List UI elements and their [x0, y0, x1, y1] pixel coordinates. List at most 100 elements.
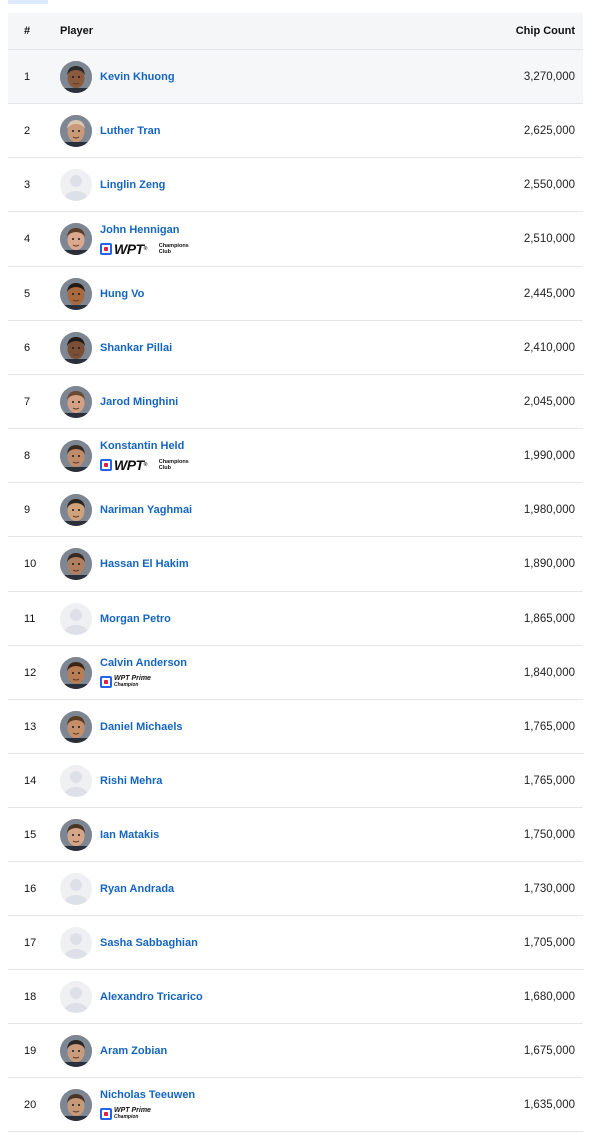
chip-count-cell: 1,765,000 — [523, 720, 575, 733]
avatar-placeholder-icon[interactable] — [60, 872, 92, 905]
player-name-link[interactable]: Morgan Petro — [100, 612, 171, 626]
table-row[interactable]: 1 Kevin Khuong 3,270,000 — [8, 50, 583, 104]
player-info: Nariman Yaghmai — [100, 503, 192, 517]
table-row[interactable]: 15 Ian Matakis 1,750,000 — [8, 808, 583, 862]
rank-cell: 10 — [24, 558, 37, 570]
avatar[interactable] — [60, 1088, 92, 1121]
table-row[interactable]: 20 Nicholas Teeuwen WPT Prime Champion 1,635… — [8, 1078, 583, 1132]
avatar-placeholder-icon[interactable] — [60, 602, 92, 635]
avatar[interactable] — [60, 331, 92, 364]
rank-cell: 16 — [24, 882, 37, 895]
avatar-placeholder-icon[interactable] — [60, 764, 92, 797]
player-cell: Hassan El Hakim — [60, 548, 443, 580]
table-row[interactable]: 13 Daniel Michaels 1,765,000 — [8, 700, 583, 754]
player-name-link[interactable]: Rishi Mehra — [100, 774, 162, 788]
avatar-placeholder-icon[interactable] — [60, 980, 92, 1013]
table-row[interactable]: 18 Alexandro Tricarico 1,680,000 — [8, 970, 583, 1024]
avatar[interactable] — [60, 818, 92, 851]
table-row[interactable]: 14 Rishi Mehra 1,765,000 — [8, 754, 583, 808]
avatar[interactable] — [60, 223, 92, 255]
player-name-link[interactable]: Ryan Andrada — [100, 882, 174, 896]
active-tab-indicator — [8, 0, 48, 4]
wpt-prime-champion-badge: WPT Prime Champion — [100, 1107, 195, 1121]
player-name-link[interactable]: Nariman Yaghmai — [100, 503, 192, 517]
player-name-link[interactable]: Shankar Pillai — [100, 341, 172, 355]
player-name-link[interactable]: Konstantin Held — [100, 439, 199, 453]
chip-count-table: # Player Chip Count 1 Kevin Khuong 3,270,0… — [8, 13, 583, 1132]
player-name-link[interactable]: Ian Matakis — [100, 828, 159, 842]
player-name-link[interactable]: Alexandro Tricarico — [100, 990, 203, 1004]
table-row[interactable]: 16 Ryan Andrada 1,730,000 — [8, 862, 583, 916]
player-name-link[interactable]: Aram Zobian — [100, 1044, 167, 1058]
avatar[interactable] — [60, 1034, 92, 1067]
table-row[interactable]: 9 Nariman Yaghmai 1,980,000 — [8, 483, 583, 537]
chip-count-cell: 3,270,000 — [523, 70, 575, 83]
player-cell: Linglin Zeng — [60, 168, 443, 201]
player-name-link[interactable]: Linglin Zeng — [100, 178, 165, 192]
avatar-placeholder-icon[interactable] — [60, 168, 92, 201]
player-name-link[interactable]: Kevin Khuong — [100, 70, 175, 84]
table-row[interactable]: 7 Jarod Minghini 2,045,000 — [8, 375, 583, 429]
table-row[interactable]: 10 Hassan El Hakim 1,890,000 — [8, 537, 583, 592]
table-row[interactable]: 8 Konstantin Held WPT ® Champions Club 1,990,… — [8, 429, 583, 483]
avatar[interactable] — [60, 710, 92, 743]
avatar[interactable] — [60, 656, 92, 689]
rank-cell: 19 — [24, 1044, 37, 1057]
player-name-link[interactable]: Hung Vo — [100, 287, 144, 301]
player-name-link[interactable]: Jarod Minghini — [100, 395, 178, 409]
avatar-placeholder-icon[interactable] — [60, 926, 92, 959]
table-row[interactable]: 12 Calvin Anderson WPT Prime Champion 1,840,… — [8, 646, 583, 700]
player-cell: Jarod Minghini — [60, 385, 443, 418]
wpt-champions-club-badge: WPT ® Champions Club — [100, 458, 199, 472]
player-info: Hung Vo — [100, 287, 144, 301]
chip-count-cell: 2,445,000 — [523, 287, 575, 300]
table-row[interactable]: 3 Linglin Zeng 2,550,000 — [8, 158, 583, 212]
player-info: Jarod Minghini — [100, 395, 178, 409]
table-row[interactable]: 19 Aram Zobian 1,675,000 — [8, 1024, 583, 1078]
rank-cell: 12 — [24, 666, 37, 679]
table-row[interactable]: 2 Luther Tran 2,625,000 — [8, 104, 583, 158]
rank-cell: 18 — [24, 990, 37, 1003]
chip-count-cell: 1,890,000 — [523, 558, 575, 570]
player-name-link[interactable]: John Hennigan — [100, 223, 199, 237]
player-name-link[interactable]: Hassan El Hakim — [100, 557, 189, 571]
chip-count-column-header[interactable]: Chip Count — [443, 25, 583, 37]
avatar[interactable] — [60, 114, 92, 147]
player-cell: Shankar Pillai — [60, 331, 443, 364]
table-row[interactable]: 4 John Hennigan WPT ® Champions Club 2,510,00… — [8, 212, 583, 267]
rank-column-header[interactable]: # — [8, 25, 60, 37]
table-row[interactable]: 6 Shankar Pillai 2,410,000 — [8, 321, 583, 375]
table-row[interactable]: 5 Hung Vo 2,445,000 — [8, 267, 583, 321]
table-row[interactable]: 17 Sasha Sabbaghian 1,705,000 — [8, 916, 583, 970]
player-cell: Ryan Andrada — [60, 872, 443, 905]
player-name-link[interactable]: Luther Tran — [100, 124, 161, 138]
wpt-prime-text: WPT Prime — [114, 675, 151, 682]
player-name-link[interactable]: Daniel Michaels — [100, 720, 183, 734]
chip-count-cell: 1,765,000 — [523, 774, 575, 787]
player-name-link[interactable]: Calvin Anderson — [100, 656, 187, 670]
chip-count-cell: 2,550,000 — [523, 178, 575, 191]
chip-count-cell: 1,840,000 — [523, 666, 575, 679]
avatar[interactable] — [60, 439, 92, 472]
wpt-prime-label: WPT Prime Champion — [114, 1107, 151, 1121]
avatar[interactable] — [60, 277, 92, 310]
chip-count-cell: 1,675,000 — [523, 1044, 575, 1057]
player-cell: Aram Zobian — [60, 1034, 443, 1067]
table-row[interactable]: 11 Morgan Petro 1,865,000 — [8, 592, 583, 646]
rank-cell: 7 — [24, 395, 31, 408]
avatar[interactable] — [60, 60, 92, 93]
avatar[interactable] — [60, 493, 92, 526]
rank-cell: 1 — [24, 70, 31, 83]
player-name-link[interactable]: Sasha Sabbaghian — [100, 936, 198, 950]
rank-cell: 6 — [24, 341, 31, 354]
player-cell: Hung Vo — [60, 277, 443, 310]
player-info: Konstantin Held WPT ® Champions Club — [100, 439, 199, 472]
player-column-header[interactable]: Player — [60, 25, 443, 37]
avatar[interactable] — [60, 385, 92, 418]
rank-cell: 3 — [24, 178, 31, 191]
wpt-logo-icon — [100, 1108, 112, 1120]
avatar[interactable] — [60, 548, 92, 580]
wpt-prime-label: WPT Prime Champion — [114, 675, 151, 689]
player-name-link[interactable]: Nicholas Teeuwen — [100, 1088, 195, 1102]
wpt-champions-club-badge: WPT ® Champions Club — [100, 242, 199, 256]
